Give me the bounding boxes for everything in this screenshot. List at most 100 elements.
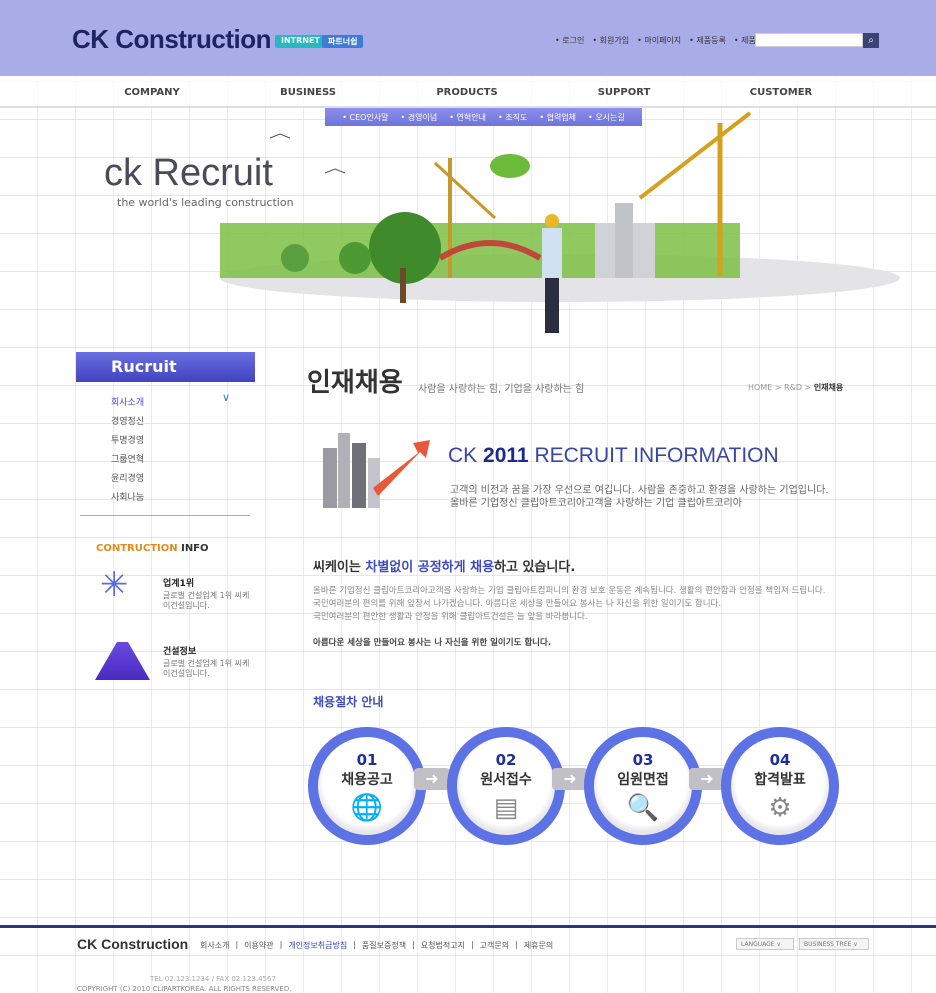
hero-title: ck Recruit bbox=[104, 152, 273, 194]
breadcrumb-current: 인재채용 bbox=[813, 383, 844, 392]
step-3: 03 임원면접 🔍 bbox=[584, 727, 702, 845]
sidebar-title: Rucruit bbox=[76, 352, 255, 382]
leaf bbox=[490, 154, 530, 178]
nav-business[interactable]: BUSINESS bbox=[248, 87, 368, 98]
step-2: 02 원서접수 ▤ bbox=[447, 727, 565, 845]
separator: | bbox=[470, 940, 474, 949]
network-icon: ✳ bbox=[100, 565, 129, 605]
nav-support[interactable]: SUPPORT bbox=[564, 87, 684, 98]
signup-link[interactable]: 회원가입 bbox=[592, 35, 629, 46]
steps-title-text: 안내 bbox=[357, 695, 384, 709]
footer-divider bbox=[0, 925, 936, 928]
hero-subtitle: the world's leading construction bbox=[117, 196, 294, 209]
hero-illustration bbox=[220, 111, 900, 333]
step-label: 채용공고 bbox=[341, 772, 393, 788]
step-num: 03 bbox=[632, 751, 654, 769]
language-select-label: LANGUAGE bbox=[741, 941, 775, 948]
search-icon[interactable]: ⌕ bbox=[863, 33, 879, 48]
step-num: 04 bbox=[769, 751, 791, 769]
worker bbox=[542, 228, 562, 278]
sidebar-item-sharing[interactable]: 사회나눔 bbox=[111, 490, 144, 503]
arrow-right-icon: ➜ bbox=[414, 768, 450, 790]
footer-link-company[interactable]: 회사소개 bbox=[200, 940, 229, 951]
footer-links: 회사소개 | 이용약관 | 개인정보취급방침 | 품질보증정책 | 요청법적고지 | 고객… bbox=[200, 940, 553, 951]
page-title: 인재채용 bbox=[307, 368, 403, 398]
separator: | bbox=[235, 940, 239, 949]
cubes-icon bbox=[95, 642, 150, 680]
buildings-arrow-icon bbox=[323, 433, 430, 508]
paragraph: 올바른 기업정신 클립아트코리아고객을 사랑하는 기업 클립아트컴퍼니의 환경 … bbox=[313, 586, 826, 596]
intranet-badge[interactable]: INTRNET bbox=[275, 35, 326, 48]
business-tree-select[interactable]: BUSINESS TREE ∨ bbox=[799, 938, 869, 950]
steps-title-accent: 채용절차 bbox=[313, 695, 358, 709]
step-num: 01 bbox=[356, 751, 378, 769]
info-title-accent: CONTRUCTION bbox=[96, 543, 178, 554]
mypage-link[interactable]: 마이페이지 bbox=[637, 35, 681, 46]
magnifier-clipboard-icon: 🔍 bbox=[626, 793, 660, 823]
recruit-title: CK 2011 RECRUIT INFORMATION bbox=[448, 444, 779, 468]
step-1: 01 채용공고 🌐 bbox=[308, 727, 426, 845]
paragraph: 아름다운 세상을 만들어요 봉사는 나 자신을 위한 일이기도 합니다. bbox=[313, 638, 552, 648]
footer-link-quality[interactable]: 품질보증정책 bbox=[362, 940, 406, 951]
business-tree-select-label: BUSINESS TREE bbox=[804, 941, 852, 948]
footer-logo[interactable]: CK Construction bbox=[77, 936, 188, 952]
breadcrumb-path[interactable]: HOME > R&D > bbox=[748, 383, 814, 392]
fair-hiring-heading: 씨케이는 차별없이 공정하게 채용하고 있습니다. bbox=[313, 556, 575, 575]
footer-address: TEL 02.123.1234 / FAX 02.123.4567 bbox=[150, 975, 276, 983]
fair-accent: 차별없이 공정하게 채용 bbox=[365, 560, 495, 575]
separator: | bbox=[515, 940, 518, 949]
sidebar-item-ethics[interactable]: 윤리경영 bbox=[111, 471, 144, 484]
divider bbox=[80, 515, 250, 516]
gears-icon: ⚙ bbox=[768, 793, 792, 823]
logo[interactable]: CK Construction bbox=[72, 24, 272, 55]
product-register-link[interactable]: 제품등록 bbox=[689, 35, 725, 46]
footer-link-terms[interactable]: 이용약관 bbox=[244, 940, 273, 951]
sidebar-item-history[interactable]: 그룹연혁 bbox=[111, 452, 144, 465]
bird bbox=[269, 133, 291, 139]
step-label: 합격발표 bbox=[754, 772, 806, 788]
paragraph: 국민여러분의 편의를 위해 앞장서 나가겠습니다. 아름다운 세상을 만들어요 … bbox=[313, 599, 722, 609]
recruit-desc: 올바른 기업정신 클립아트코리아고객을 사랑하는 기업 클립아트코리아 bbox=[450, 498, 742, 509]
info-item-title: 건설정보 bbox=[163, 647, 197, 657]
nav-products[interactable]: PRODUCTS bbox=[407, 87, 527, 98]
language-select[interactable]: LANGUAGE ∨ bbox=[736, 938, 794, 950]
fair-post: 하고 있습니다. bbox=[494, 560, 576, 575]
partnership-badge[interactable]: 파트너쉽 bbox=[322, 35, 364, 48]
utility-links: 로그인 회원가입 마이페이지 제품등록 제품검색 bbox=[555, 35, 770, 46]
footer-link-partnership[interactable]: 제휴문의 bbox=[524, 940, 553, 951]
page-subtitle: 사람을 사랑하는 힘, 기업을 사랑하는 힘 bbox=[418, 384, 585, 395]
nav-company[interactable]: COMPANY bbox=[92, 87, 212, 98]
arrow-right-icon: ➜ bbox=[689, 768, 725, 790]
separator: | bbox=[412, 940, 415, 949]
sidebar-item-spirit[interactable]: 경영정신 bbox=[111, 414, 144, 427]
footer-link-legal[interactable]: 요청법적고지 bbox=[421, 940, 465, 951]
sidebar-item-company[interactable]: 회사소개 bbox=[111, 395, 144, 408]
footer-link-inquiry[interactable]: 고객문의 bbox=[480, 940, 509, 951]
recruit-year: 2011 bbox=[483, 444, 529, 467]
step-label: 원서접수 bbox=[480, 772, 532, 788]
login-link[interactable]: 로그인 bbox=[555, 35, 584, 46]
paragraph: 국민여러분의 편안한 생활과 안정을 위해 클립아트건설은 늘 앞을 바라봅니다… bbox=[313, 612, 588, 622]
info-item-text: 글로벌 건설업계 1위 씨케이건설입니다. bbox=[163, 591, 250, 610]
step-4: 04 합격발표 ⚙ bbox=[721, 727, 839, 845]
info-title-text: INFO bbox=[181, 543, 209, 554]
breadcrumb: HOME > R&D > 인재채용 bbox=[748, 382, 843, 393]
separator: | bbox=[279, 940, 283, 949]
info-item-title: 업계1위 bbox=[163, 579, 195, 589]
search-input[interactable] bbox=[755, 33, 863, 47]
recruit-rest: RECRUIT INFORMATION bbox=[534, 444, 779, 467]
step-num: 02 bbox=[495, 751, 517, 769]
info-item-text: 글로벌 건설업계 1위 씨케이건설입니다. bbox=[163, 659, 250, 678]
footer-link-privacy[interactable]: 개인정보취급방침 bbox=[288, 940, 347, 951]
steps-title: 채용절차 안내 bbox=[313, 693, 383, 710]
arrow-right-icon: ➜ bbox=[552, 768, 588, 790]
nav-customer[interactable]: CUSTOMER bbox=[721, 87, 841, 98]
footer-copyright: COPYRIGHT (C) 2010 CLIPARTKOREA. ALL RIG… bbox=[77, 985, 292, 993]
separator: | bbox=[353, 940, 356, 949]
step-label: 임원면접 bbox=[617, 772, 669, 788]
recruit-ck: CK bbox=[448, 444, 478, 467]
chevron-down-icon[interactable]: ∨ bbox=[222, 391, 230, 404]
documents-icon: ▤ bbox=[493, 793, 519, 823]
sidebar-item-transparency[interactable]: 투명경영 bbox=[111, 433, 144, 446]
fair-pre: 씨케이는 bbox=[313, 560, 366, 575]
